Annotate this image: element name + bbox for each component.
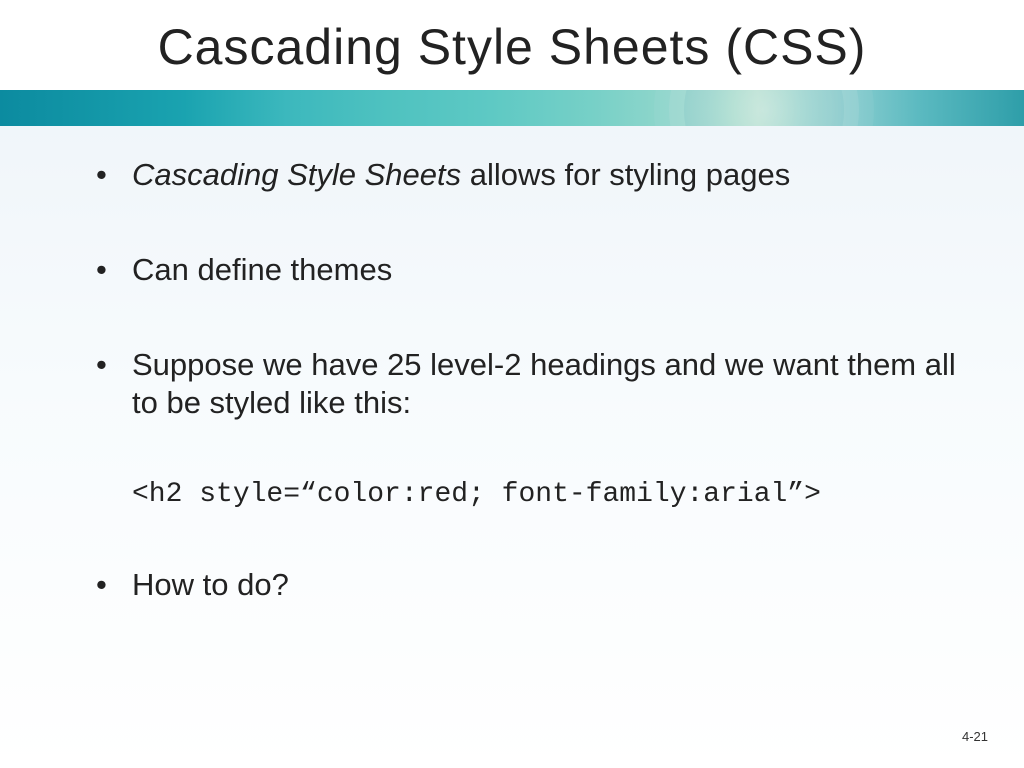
- decorative-banner: [0, 90, 1024, 126]
- bullet-1-rest: allows for styling pages: [461, 157, 790, 192]
- bullet-list: Cascading Style Sheets allows for stylin…: [96, 156, 964, 423]
- bullet-item-3: Suppose we have 25 level-2 headings and …: [96, 346, 964, 424]
- bullet-item-2: Can define themes: [96, 251, 964, 290]
- slide: Cascading Style Sheets (CSS) Cascading S…: [0, 0, 1024, 768]
- body-area: Cascading Style Sheets allows for stylin…: [0, 126, 1024, 605]
- bullet-1-italic: Cascading Style Sheets: [132, 157, 461, 192]
- bullet-item-1: Cascading Style Sheets allows for stylin…: [96, 156, 964, 195]
- code-example: <h2 style=“color:red; font-family:arial”…: [132, 479, 964, 510]
- page-number: 4-21: [962, 729, 988, 744]
- bullet-list-2: How to do?: [96, 566, 964, 605]
- bullet-item-4: How to do?: [96, 566, 964, 605]
- slide-title: Cascading Style Sheets (CSS): [0, 18, 1024, 76]
- title-area: Cascading Style Sheets (CSS): [0, 0, 1024, 90]
